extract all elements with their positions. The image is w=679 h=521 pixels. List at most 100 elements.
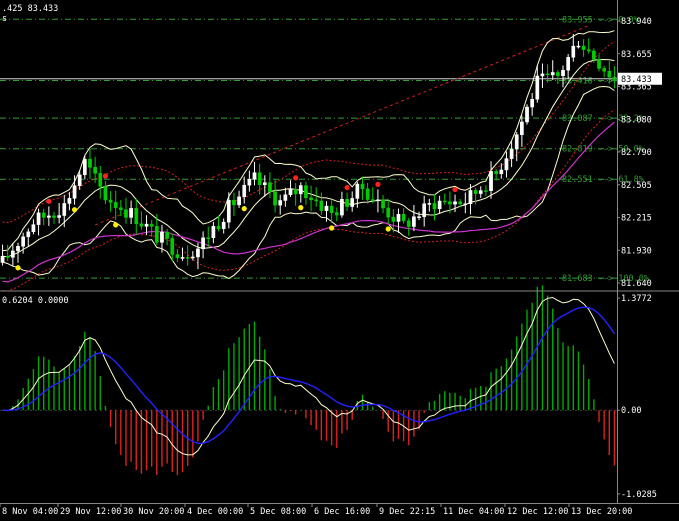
candle[interactable] — [113, 190, 118, 220]
candle[interactable] — [422, 195, 427, 227]
candle[interactable] — [242, 176, 247, 204]
candle[interactable] — [26, 228, 31, 247]
candle[interactable] — [36, 208, 41, 236]
candle[interactable] — [376, 189, 380, 213]
candle[interactable] — [88, 148, 92, 180]
candle[interactable] — [201, 231, 205, 259]
candle[interactable] — [226, 192, 231, 229]
main-price-panel[interactable]: 83.955 --> 0.0%83.418 --> 23.6%83.087 --… — [0, 15, 649, 292]
candle[interactable] — [149, 219, 154, 237]
candle[interactable] — [396, 208, 401, 233]
candle[interactable] — [57, 203, 61, 224]
candle[interactable] — [514, 131, 519, 162]
trading-chart[interactable]: 83.955 --> 0.0% 83.418 --> 23.6% 83.087 --… — [0, 0, 679, 521]
candle[interactable] — [509, 141, 514, 168]
candle[interactable] — [566, 54, 571, 80]
candle[interactable] — [453, 194, 457, 213]
candle[interactable] — [298, 182, 303, 203]
candle[interactable] — [52, 211, 56, 224]
candle[interactable] — [98, 165, 103, 199]
candle[interactable] — [576, 40, 581, 49]
candle[interactable] — [345, 192, 349, 211]
candle[interactable] — [175, 249, 180, 262]
candle[interactable] — [370, 187, 375, 204]
candle[interactable] — [5, 244, 10, 262]
candle[interactable] — [432, 194, 437, 221]
candle[interactable] — [545, 64, 550, 83]
candle[interactable] — [525, 104, 529, 125]
candle[interactable] — [206, 226, 211, 247]
candle[interactable] — [82, 156, 87, 180]
candle[interactable] — [406, 217, 411, 236]
candle[interactable] — [360, 176, 365, 200]
candle[interactable] — [550, 60, 555, 80]
candles[interactable] — [0, 33, 617, 270]
candle[interactable] — [309, 185, 313, 212]
candle[interactable] — [556, 70, 560, 85]
candle[interactable] — [262, 175, 267, 197]
candle[interactable] — [124, 197, 128, 224]
candle[interactable] — [0, 244, 5, 266]
candle[interactable] — [103, 181, 108, 205]
candle[interactable] — [401, 208, 406, 224]
candle[interactable] — [489, 161, 493, 199]
candle[interactable] — [11, 243, 15, 267]
candle[interactable] — [139, 211, 144, 230]
candle[interactable] — [314, 187, 319, 207]
candle[interactable] — [211, 221, 216, 244]
candle[interactable] — [247, 170, 252, 192]
candle[interactable] — [134, 198, 139, 235]
candle[interactable] — [340, 191, 344, 218]
candle[interactable] — [494, 169, 499, 181]
candle[interactable] — [365, 182, 370, 204]
candle[interactable] — [252, 161, 257, 186]
candle[interactable] — [412, 205, 416, 232]
candle[interactable] — [46, 206, 51, 226]
candle[interactable] — [67, 192, 72, 211]
candle[interactable] — [499, 163, 504, 179]
candle[interactable] — [283, 187, 288, 207]
candle[interactable] — [257, 163, 262, 195]
candle[interactable] — [478, 186, 483, 198]
candle[interactable] — [386, 198, 391, 224]
candle[interactable] — [581, 39, 586, 57]
candle[interactable] — [293, 182, 298, 206]
candle[interactable] — [278, 194, 283, 215]
candle[interactable] — [442, 193, 447, 205]
candle[interactable] — [31, 219, 36, 235]
candle[interactable] — [165, 228, 169, 246]
candle[interactable] — [62, 195, 67, 228]
candle[interactable] — [41, 208, 46, 226]
candle[interactable] — [520, 115, 524, 147]
candle[interactable] — [463, 192, 468, 214]
candle[interactable] — [381, 195, 385, 214]
candle[interactable] — [540, 63, 545, 88]
candle[interactable] — [237, 190, 241, 208]
candle[interactable] — [221, 218, 226, 234]
candle[interactable] — [118, 200, 123, 216]
candle[interactable] — [170, 233, 175, 262]
chart-svg[interactable]: 83.955 --> 0.0%83.418 --> 23.6%83.087 --… — [0, 0, 679, 521]
candle[interactable] — [232, 192, 236, 216]
candle[interactable] — [571, 33, 576, 62]
candle[interactable] — [268, 172, 272, 198]
candle[interactable] — [484, 185, 488, 197]
oscillator-panel[interactable] — [0, 285, 617, 476]
candle[interactable] — [273, 179, 277, 213]
candle[interactable] — [319, 192, 324, 215]
candle[interactable] — [329, 200, 334, 224]
candle[interactable] — [108, 191, 113, 212]
candle[interactable] — [304, 181, 308, 205]
candle[interactable] — [504, 151, 509, 178]
candle[interactable] — [437, 195, 442, 214]
candle[interactable] — [530, 93, 535, 116]
candle[interactable] — [473, 187, 478, 205]
candle[interactable] — [597, 54, 601, 72]
candle[interactable] — [427, 198, 432, 212]
candle[interactable] — [586, 38, 591, 54]
candle[interactable] — [129, 200, 133, 225]
candle[interactable] — [350, 191, 355, 212]
candle[interactable] — [417, 211, 421, 221]
candle[interactable] — [334, 207, 339, 222]
candle[interactable] — [190, 251, 195, 261]
